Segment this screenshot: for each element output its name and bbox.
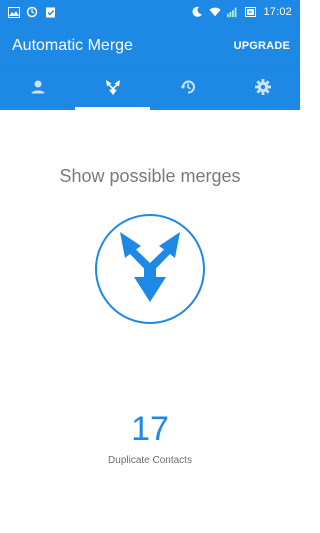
app-title: Automatic Merge xyxy=(12,37,133,54)
status-bar-right: 17:02 xyxy=(191,0,292,24)
clipboard-check-icon xyxy=(44,6,56,18)
gear-icon xyxy=(254,78,272,101)
battery-icon xyxy=(245,6,257,18)
duplicate-count-label: Duplicate Contacts xyxy=(108,455,192,466)
merge-icon xyxy=(104,78,122,101)
signal-icon xyxy=(227,6,239,18)
duplicate-count: 17 xyxy=(131,410,169,448)
tab-merge[interactable] xyxy=(75,68,150,110)
sync-icon xyxy=(26,6,38,18)
wifi-icon xyxy=(209,6,222,18)
status-bar-left xyxy=(8,0,56,24)
merge-arrow-icon xyxy=(118,230,182,309)
show-merges-headline: Show possible merges xyxy=(59,166,241,186)
moon-icon xyxy=(191,6,203,18)
history-icon xyxy=(179,78,197,101)
upgrade-button[interactable]: UPGRADE xyxy=(234,40,290,52)
person-icon xyxy=(29,78,47,101)
tab-bar xyxy=(0,68,300,110)
tab-history[interactable] xyxy=(150,68,225,110)
app-bar: Automatic Merge UPGRADE xyxy=(0,24,300,68)
main-content: Show possible merges 17 Duplicate Contac… xyxy=(0,110,300,533)
image-icon xyxy=(8,6,20,18)
status-bar: 17:02 xyxy=(0,0,300,24)
tab-settings[interactable] xyxy=(225,68,300,110)
tab-contacts[interactable] xyxy=(0,68,75,110)
status-time: 17:02 xyxy=(263,6,292,18)
show-merges-button[interactable] xyxy=(95,214,205,324)
